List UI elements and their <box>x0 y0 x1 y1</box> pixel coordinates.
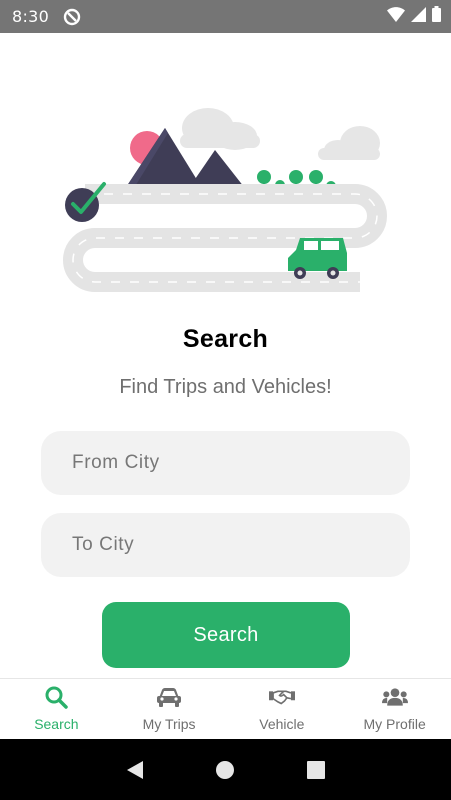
to-city-input[interactable] <box>41 513 410 577</box>
nav-item-my-profile[interactable]: My Profile <box>338 679 451 739</box>
nav-item-my-trips[interactable]: My Trips <box>113 679 226 739</box>
nav-label-my-trips: My Trips <box>142 716 196 732</box>
nav-label-my-profile: My Profile <box>363 716 426 732</box>
travel-illustration <box>60 88 390 293</box>
status-bar: 8:30 <box>0 0 451 33</box>
system-navigation-bar <box>0 739 451 800</box>
nav-label-vehicle: Vehicle <box>259 716 305 732</box>
page-title: Search <box>182 325 269 353</box>
status-time: 8:30 <box>12 7 50 26</box>
users-icon <box>381 685 408 709</box>
search-screen: Search Find Trips and Vehicles! Search <box>0 33 451 678</box>
nav-label-search: Search <box>34 716 79 732</box>
home-icon[interactable] <box>214 759 236 781</box>
nav-item-vehicle[interactable]: Vehicle <box>226 679 339 739</box>
battery-icon <box>432 6 441 27</box>
bottom-navigation: Search My Trips Vehicle My Profile <box>0 678 451 739</box>
handshake-icon <box>268 685 295 709</box>
cellular-signal-icon <box>411 6 426 27</box>
wifi-icon <box>387 6 405 27</box>
search-icon <box>43 685 69 709</box>
status-icons <box>387 6 441 27</box>
search-button[interactable]: Search <box>102 602 350 668</box>
recents-icon[interactable] <box>305 759 327 781</box>
app-notification-icon <box>63 8 81 26</box>
nav-item-search[interactable]: Search <box>0 679 113 739</box>
back-icon[interactable] <box>124 759 146 781</box>
from-city-input[interactable] <box>41 431 410 495</box>
car-icon <box>156 685 182 709</box>
page-subtitle: Find Trips and Vehicles! <box>119 376 332 398</box>
